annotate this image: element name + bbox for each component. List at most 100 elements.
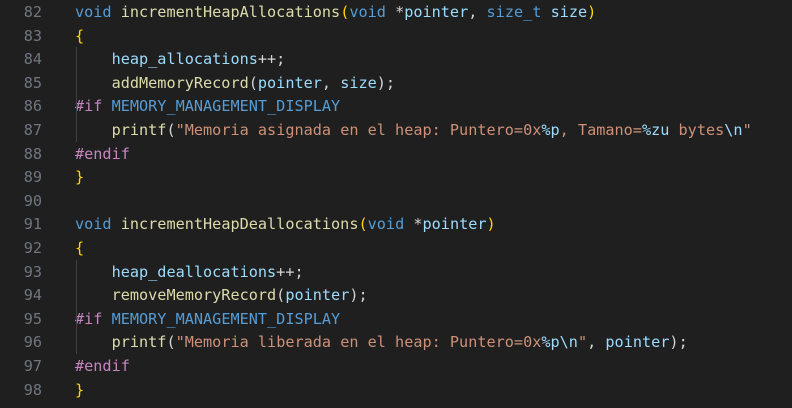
code-text: #if MEMORY_MANAGEMENT_DISPLAY bbox=[75, 94, 340, 118]
code-text: } bbox=[75, 165, 84, 189]
code-token: pointer bbox=[422, 215, 487, 234]
code-text: } bbox=[75, 378, 84, 402]
code-token: \n bbox=[724, 121, 743, 139]
code-token: , bbox=[321, 73, 341, 92]
code-token: ++; bbox=[276, 262, 304, 281]
code-token: %p bbox=[541, 121, 560, 139]
line-number: 83 bbox=[23, 26, 42, 45]
code-token: ( bbox=[276, 286, 286, 305]
code-line[interactable]: 92 { bbox=[0, 236, 792, 260]
code-token: void bbox=[75, 215, 112, 234]
code-line[interactable]: 94 removeMemoryRecord(pointer); bbox=[0, 283, 792, 307]
code-text: addMemoryRecord(pointer, size); bbox=[75, 71, 396, 95]
code-token: , bbox=[587, 333, 606, 352]
code-token: ); bbox=[349, 286, 368, 305]
code-token: void bbox=[75, 3, 112, 21]
code-text: heap_deallocations++; bbox=[75, 260, 304, 284]
code-token: %zu bbox=[641, 121, 670, 139]
code-line[interactable]: 88 #endif bbox=[0, 142, 792, 166]
code-token: #if bbox=[75, 97, 103, 116]
line-number: 88 bbox=[23, 144, 42, 163]
code-line[interactable]: 95 #if MEMORY_MANAGEMENT_DISPLAY bbox=[0, 307, 792, 331]
line-number: 98 bbox=[23, 380, 42, 399]
code-token: { bbox=[75, 239, 85, 257]
code-token: incrementHeapAllocations bbox=[120, 3, 341, 21]
code-text: printf("Memoria asignada en el heap: Pun… bbox=[75, 118, 752, 142]
code-token: size bbox=[340, 73, 377, 92]
code-line[interactable]: 96 printf("Memoria liberada en el heap: … bbox=[0, 330, 792, 354]
code-token: MEMORY_MANAGEMENT_DISPLAY bbox=[111, 97, 341, 116]
code-line[interactable]: 91 void incrementHeapDeallocations(void *… bbox=[0, 212, 792, 236]
code-text: removeMemoryRecord(pointer); bbox=[75, 283, 368, 307]
code-text: void incrementHeapDeallocations(void *po… bbox=[75, 212, 496, 236]
code-token: ( bbox=[340, 3, 350, 21]
code-token: " bbox=[742, 121, 752, 139]
code-token: ( bbox=[166, 333, 176, 352]
code-token: printf bbox=[111, 333, 167, 352]
line-number: 92 bbox=[23, 239, 42, 257]
code-line[interactable]: 97 #endif bbox=[0, 354, 792, 378]
code-token: bytes bbox=[669, 121, 725, 139]
line-number: 84 bbox=[23, 50, 42, 69]
code-token: ( bbox=[358, 215, 368, 234]
code-token: ( bbox=[248, 73, 258, 92]
code-token: ++; bbox=[257, 50, 286, 69]
code-token: "Memoria asignada en el heap: Puntero=0x bbox=[175, 121, 542, 139]
code-token: } bbox=[75, 380, 85, 399]
code-token: size_t bbox=[486, 3, 542, 21]
code-line[interactable]: 86 #if MEMORY_MANAGEMENT_DISPLAY bbox=[0, 94, 792, 118]
code-token: printf bbox=[111, 121, 167, 139]
code-token: void bbox=[367, 215, 405, 234]
code-token: ) bbox=[486, 215, 496, 234]
code-token: "Memoria liberada en el heap: Puntero=0x bbox=[175, 333, 542, 352]
line-number: 90 bbox=[23, 191, 42, 210]
line-number: 93 bbox=[23, 262, 42, 281]
code-line[interactable]: 87 printf("Memoria asignada en el heap: … bbox=[0, 118, 792, 142]
code-token: , Tamano= bbox=[559, 121, 642, 139]
line-number: 86 bbox=[23, 97, 42, 116]
code-token: heap_allocations bbox=[111, 50, 258, 69]
code-line[interactable]: 90 bbox=[0, 189, 792, 213]
code-line[interactable]: 98} bbox=[0, 378, 792, 402]
code-text: #endif bbox=[75, 354, 130, 378]
code-token: removeMemoryRecord bbox=[111, 286, 277, 305]
code-token: heap_deallocations bbox=[111, 262, 277, 281]
code-token: pointer bbox=[605, 333, 670, 352]
line-number: 89 bbox=[23, 168, 42, 187]
code-token: #endif bbox=[75, 357, 130, 375]
indent-guide bbox=[76, 259, 77, 354]
code-line[interactable]: 89} bbox=[0, 165, 792, 189]
code-text: void incrementHeapAllocations(void *poin… bbox=[75, 0, 596, 24]
code-token: * bbox=[404, 215, 423, 234]
line-number: 97 bbox=[23, 357, 42, 375]
code-line[interactable]: 93 heap_deallocations++; bbox=[0, 260, 792, 284]
code-token: \n bbox=[559, 333, 578, 352]
code-line[interactable]: 82 void incrementHeapAllocations(void *po… bbox=[0, 0, 792, 24]
code-line[interactable]: 83 { bbox=[0, 24, 792, 48]
line-number: 95 bbox=[23, 309, 42, 328]
code-editor[interactable]: 82 void incrementHeapAllocations(void *po… bbox=[0, 0, 792, 408]
code-token: pointer bbox=[257, 73, 322, 92]
code-token: ( bbox=[166, 121, 176, 139]
code-token: , bbox=[468, 3, 487, 21]
code-token: " bbox=[577, 333, 588, 352]
code-token: ); bbox=[376, 73, 396, 92]
code-token: addMemoryRecord bbox=[111, 73, 249, 92]
code-line[interactable]: 85 addMemoryRecord(pointer, size); bbox=[0, 71, 792, 95]
line-number: 94 bbox=[23, 286, 42, 305]
code-text: printf("Memoria liberada en el heap: Pun… bbox=[75, 330, 688, 354]
code-line[interactable]: 84 heap_allocations++; bbox=[0, 47, 792, 71]
code-text: #if MEMORY_MANAGEMENT_DISPLAY bbox=[75, 307, 340, 331]
indent-guide bbox=[76, 47, 77, 142]
line-number: 87 bbox=[23, 121, 42, 139]
